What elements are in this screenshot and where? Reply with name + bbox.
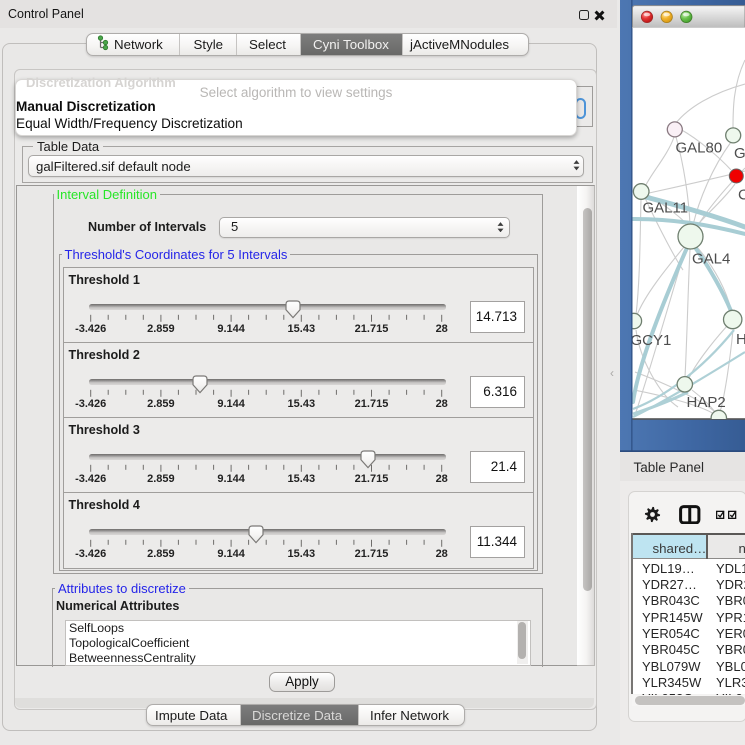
svg-text:GAL11: GAL11 xyxy=(643,200,689,217)
svg-text:C: C xyxy=(738,187,745,204)
svg-text:H: H xyxy=(736,331,745,348)
svg-text:GCY1: GCY1 xyxy=(631,332,672,349)
svg-text:GA: GA xyxy=(734,145,745,162)
svg-text:GAL4: GAL4 xyxy=(692,251,730,268)
svg-text:HAP2: HAP2 xyxy=(687,394,726,411)
svg-text:GAL80: GAL80 xyxy=(676,140,723,157)
